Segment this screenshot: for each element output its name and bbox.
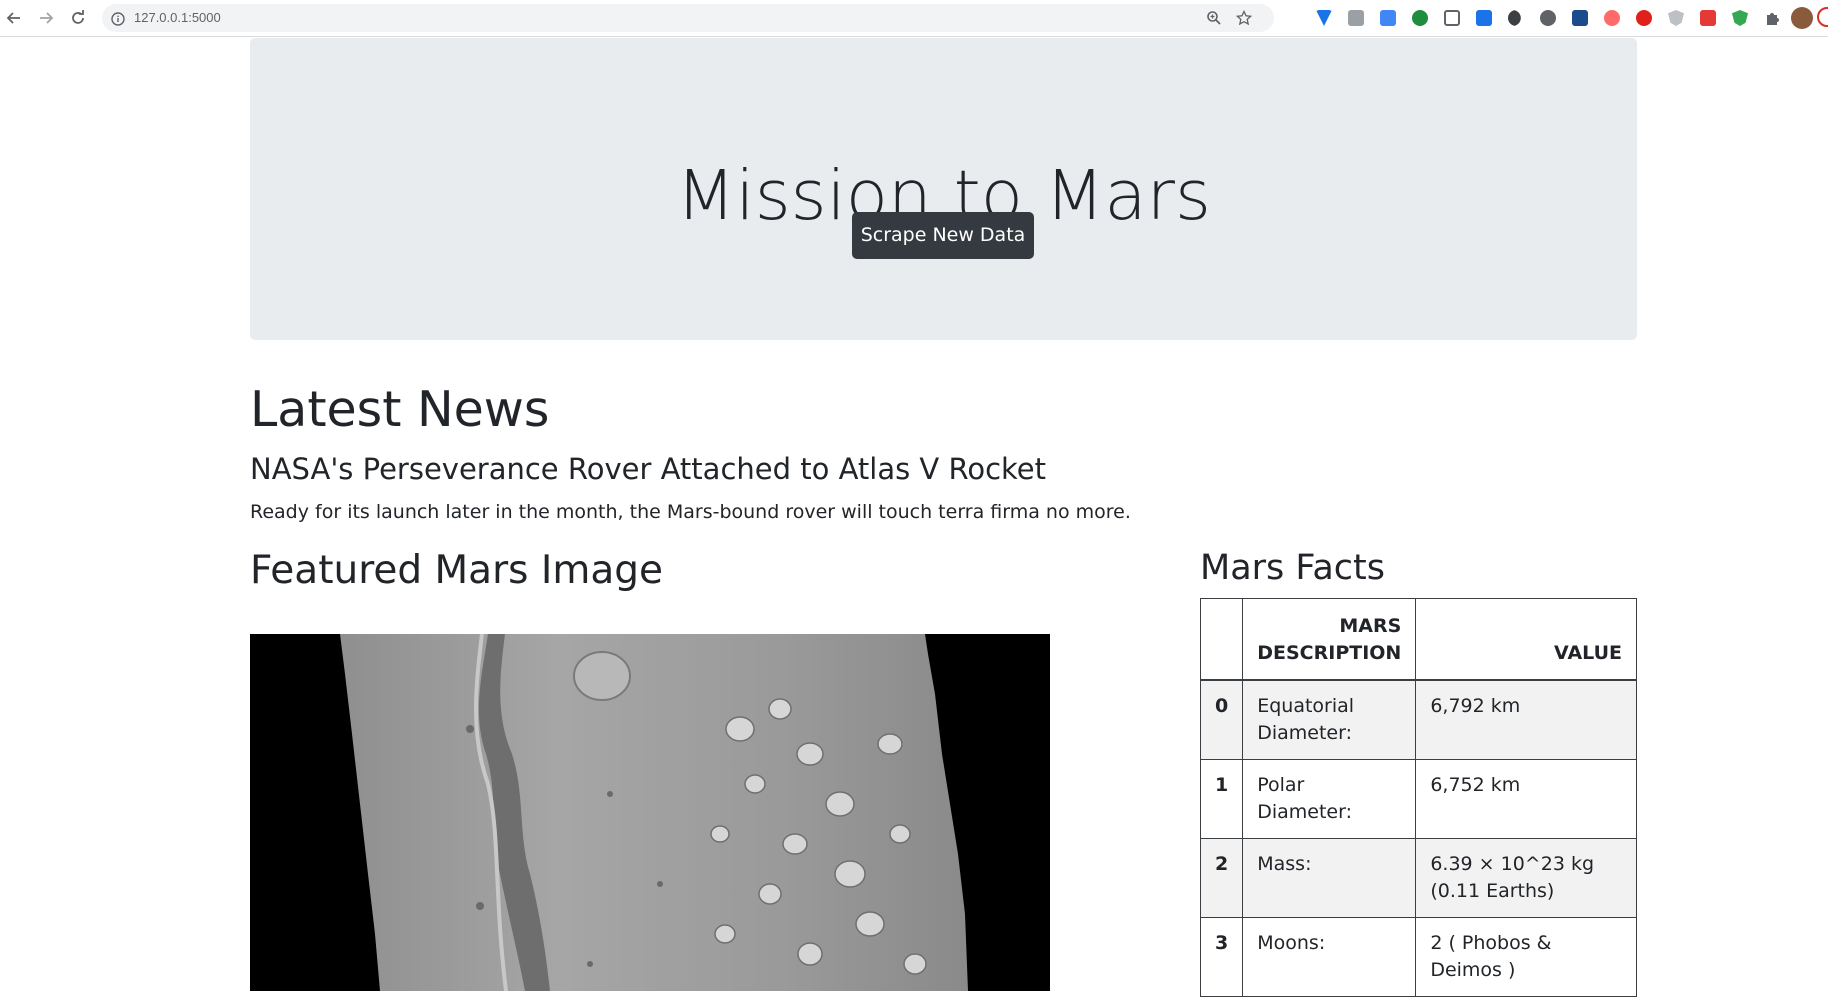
table-row: 1 Polar Diameter: 6,752 km — [1199, 759, 1637, 839]
extension-icon-4[interactable] — [1412, 10, 1428, 26]
row-value: 6.39 × 10^23 kg (0.11 Earths) — [1415, 838, 1637, 918]
url-text[interactable]: 127.0.0.1:5000 — [134, 10, 221, 26]
header-description: MARS DESCRIPTION — [1242, 598, 1417, 681]
dark-mode-icon[interactable] — [1508, 10, 1521, 26]
back-icon[interactable] — [4, 8, 24, 28]
featured-mars-image — [250, 634, 1050, 991]
address-bar[interactable]: 127.0.0.1:5000 — [102, 4, 1274, 32]
adblock-icon[interactable] — [1732, 10, 1748, 26]
news-paragraph: Ready for its launch later in the month,… — [250, 501, 1131, 523]
header-value: VALUE — [1415, 598, 1637, 681]
row-description: Moons: — [1242, 917, 1417, 997]
table-header-row: MARS DESCRIPTION VALUE — [1199, 598, 1637, 681]
translate-icon[interactable] — [1380, 10, 1396, 26]
extension-icon-6[interactable] — [1476, 10, 1492, 26]
site-info-icon[interactable] — [111, 11, 125, 30]
zoom-icon[interactable] — [1206, 10, 1222, 30]
browser-toolbar: 127.0.0.1:5000 — [0, 0, 1828, 37]
jumbotron: Mission to Mars Scrape New Data — [250, 38, 1637, 340]
extension-icon-10[interactable] — [1604, 10, 1620, 26]
extension-icon-13[interactable] — [1700, 10, 1716, 26]
row-index: 3 — [1199, 917, 1244, 997]
scrape-new-data-button[interactable]: Scrape New Data — [852, 212, 1034, 259]
pocket-icon[interactable] — [1444, 10, 1460, 26]
forward-icon[interactable] — [36, 8, 56, 28]
reload-icon[interactable] — [68, 8, 88, 28]
bookmark-star-icon[interactable] — [1235, 9, 1253, 30]
latest-news-heading: Latest News — [250, 381, 550, 438]
mars-surface-illustration — [340, 634, 968, 991]
extension-icon-1[interactable] — [1316, 10, 1332, 26]
row-index: 0 — [1199, 679, 1244, 760]
row-index: 1 — [1199, 759, 1244, 839]
extensions-puzzle-icon[interactable] — [1764, 10, 1780, 26]
mars-facts-heading: Mars Facts — [1200, 548, 1385, 588]
mars-facts-table: MARS DESCRIPTION VALUE 0 Equatorial Diam… — [1199, 598, 1637, 997]
table-row: 2 Mass: 6.39 × 10^23 kg (0.11 Earths) — [1199, 838, 1637, 918]
extension-icon-9[interactable] — [1572, 10, 1588, 26]
row-value: 2 ( Phobos & Deimos ) — [1415, 917, 1637, 997]
profile-menu-icon[interactable] — [1817, 7, 1828, 27]
profile-avatar[interactable] — [1791, 7, 1813, 29]
row-description: Equatorial Diameter: — [1242, 679, 1417, 760]
table-row: 0 Equatorial Diameter: 6,792 km — [1199, 679, 1637, 760]
extension-icon-8[interactable] — [1540, 10, 1556, 26]
row-value: 6,752 km — [1415, 759, 1637, 839]
table-row: 3 Moons: 2 ( Phobos & Deimos ) — [1199, 917, 1637, 997]
extension-icon-2[interactable] — [1348, 10, 1364, 26]
row-index: 2 — [1199, 838, 1244, 918]
header-index — [1199, 598, 1244, 681]
row-description: Polar Diameter: — [1242, 759, 1417, 839]
opera-icon[interactable] — [1636, 10, 1652, 26]
featured-image-heading: Featured Mars Image — [250, 548, 663, 593]
news-title: NASA's Perseverance Rover Attached to At… — [250, 452, 1046, 486]
row-description: Mass: — [1242, 838, 1417, 918]
row-value: 6,792 km — [1415, 679, 1637, 760]
shield-icon[interactable] — [1668, 10, 1684, 26]
